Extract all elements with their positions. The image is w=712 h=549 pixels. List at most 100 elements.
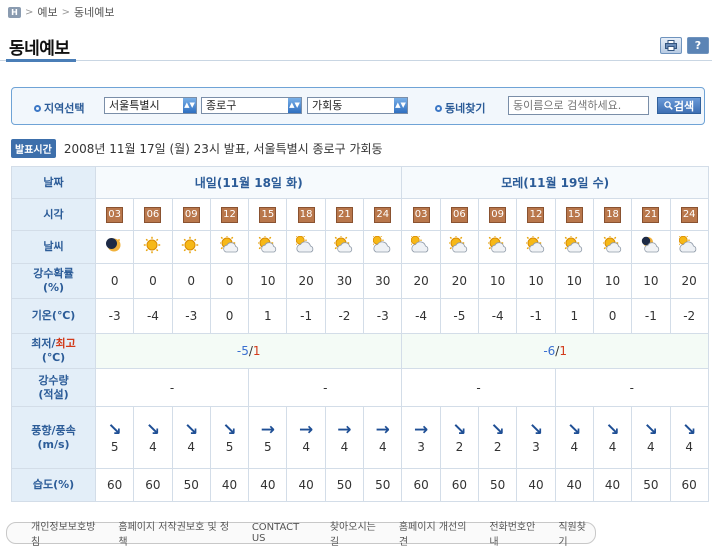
district-select[interactable]: 종로구 ▲▼ (201, 97, 302, 114)
wind-cell: → 5 (248, 406, 288, 469)
humidity-cell: 60 (94, 468, 135, 502)
row-label-weather: 날씨 (11, 230, 96, 264)
help-button[interactable]: ? (687, 37, 709, 54)
print-button[interactable] (660, 37, 682, 54)
temp-cell: 0 (209, 298, 250, 334)
humidity-cell: 40 (286, 468, 326, 502)
breadcrumb-item-forecast[interactable]: 예보 (37, 4, 57, 20)
bullet-ring-icon (34, 104, 41, 112)
printer-icon (665, 40, 677, 51)
footer-link[interactable]: 홈페이지 저작권보호 및 정책 (118, 518, 237, 548)
row-label-precip: 강수량 (적설) (11, 368, 96, 407)
time-cell: 09 (171, 198, 211, 231)
dong-search-label: 동네찾기 (435, 100, 485, 116)
time-cell: 15 (248, 198, 288, 231)
region-filter-panel: 지역선택 서울특별시 ▲▼ 종로구 ▲▼ 가회동 ▲▼ 동네찾기 검색 (11, 87, 705, 125)
precip-cell: - (401, 368, 556, 407)
sunny-icon (181, 236, 201, 259)
time-cell: 09 (478, 198, 518, 231)
minmax-day-after: -6/1 (401, 333, 709, 369)
hour-badge: 09 (182, 207, 200, 223)
weather-cell (554, 230, 594, 264)
weather-cell (363, 230, 403, 264)
minmax-tomorrow: -5/1 (94, 333, 403, 369)
temp-cell: -3 (171, 298, 211, 334)
wind-cell: ↘ 4 (631, 406, 671, 469)
announcement: 발표시간 2008년 11월 17일 (월) 23시 발표, 서울특별시 종로구… (11, 139, 383, 158)
temp-cell: -1 (286, 298, 326, 334)
humidity-cell: 50 (631, 468, 671, 502)
partly-cloudy-icon (256, 234, 278, 259)
arrow-east-icon: → (299, 419, 314, 440)
time-cell: 24 (669, 198, 709, 231)
temp-cell: -5 (439, 298, 480, 334)
precip-cell: - (248, 368, 403, 407)
wind-cell: ↘ 2 (439, 406, 480, 469)
temp-cell: 0 (592, 298, 633, 334)
humidity-row: 습도(%) 60 60 50 40 40 40 50 50 60 60 50 40 40 40 50 60 (11, 468, 709, 502)
hour-badge: 03 (106, 207, 124, 223)
hour-badge: 24 (680, 207, 698, 223)
temp-cell: 1 (248, 298, 288, 334)
time-cell: 24 (363, 198, 403, 231)
mostly-cloudy-icon (370, 233, 393, 259)
precip-prob-cell: 0 (94, 263, 135, 299)
footer-link[interactable]: 찾아오시는길 (330, 518, 385, 548)
city-select[interactable]: 서울특별시 ▲▼ (104, 97, 197, 114)
precip-cell: - (554, 368, 709, 407)
footer-links: 개인정보보호방침 홈페이지 저작권보호 및 정책 CONTACT US 찾아오시는길 홈… (6, 522, 596, 548)
wind-speed: 5 (225, 439, 234, 454)
wind-speed: 2 (455, 439, 464, 454)
dong-select[interactable]: 가회동 ▲▼ (307, 97, 408, 114)
arrow-east-icon: → (337, 419, 352, 440)
dong-search-input[interactable] (508, 96, 649, 115)
weather-row: 날씨 (11, 230, 709, 264)
footer-link[interactable]: 전화번호안내 (489, 518, 544, 548)
humidity-cell: 40 (209, 468, 250, 502)
search-button[interactable]: 검색 (657, 97, 701, 114)
wind-speed: 5 (264, 439, 272, 454)
partly-cloudy-icon (563, 234, 584, 259)
footer-link[interactable]: 개인정보보호방침 (31, 518, 104, 548)
time-row: 시각 03 06 09 12 15 18 21 24 03 06 09 12 15 18 21 24 (11, 198, 709, 231)
precip-row: 강수량 (적설) - - - - (11, 368, 709, 407)
precip-prob-cell: 20 (286, 263, 326, 299)
precip-prob-cell: 10 (631, 263, 671, 299)
footer-link[interactable]: 홈페이지 개선의견 (399, 518, 475, 548)
precip-prob-cell: 20 (401, 263, 441, 299)
sunny-icon (143, 236, 163, 259)
time-cell: 12 (209, 198, 250, 231)
arrow-southeast-icon: ↘ (528, 419, 544, 440)
hour-badge: 03 (412, 207, 430, 223)
announce-text: 2008년 11월 17일 (월) 23시 발표, 서울특별시 종로구 가회동 (63, 142, 383, 156)
wind-speed: 4 (608, 439, 617, 454)
weather-cell (171, 230, 211, 264)
wind-speed: 3 (417, 439, 425, 454)
chevron-right-icon: > (25, 6, 34, 18)
hour-badge: 15 (565, 207, 583, 223)
arrow-east-icon: → (413, 419, 429, 440)
wind-cell: ↘ 4 (554, 406, 594, 469)
temp-cell: -4 (478, 298, 518, 334)
time-cell: 06 (133, 198, 173, 231)
time-cell: 03 (94, 198, 135, 231)
home-icon[interactable]: H (8, 6, 21, 18)
weather-cell (94, 230, 135, 264)
breadcrumb-item-local: 동네예보 (74, 6, 115, 19)
precip-prob-cell: 30 (324, 263, 365, 299)
precip-prob-cell: 10 (554, 263, 594, 299)
footer-link[interactable]: CONTACT US (252, 522, 316, 544)
humidity-cell: 40 (592, 468, 633, 502)
wind-speed: 4 (570, 439, 579, 454)
time-cell: 06 (439, 198, 480, 231)
hour-badge: 18 (297, 207, 315, 223)
minmax-row: 최저/최고 (℃) -5/1 -6/1 (11, 333, 709, 369)
wind-cell: → 4 (286, 406, 326, 469)
title-accent (6, 59, 76, 62)
time-cell: 12 (516, 198, 556, 231)
wind-cell: ↘ 3 (516, 406, 556, 469)
temp-cell: -3 (363, 298, 403, 334)
wind-cell: → 4 (324, 406, 365, 469)
wind-speed: 4 (647, 439, 655, 454)
footer-link[interactable]: 직원찾기 (558, 518, 595, 548)
